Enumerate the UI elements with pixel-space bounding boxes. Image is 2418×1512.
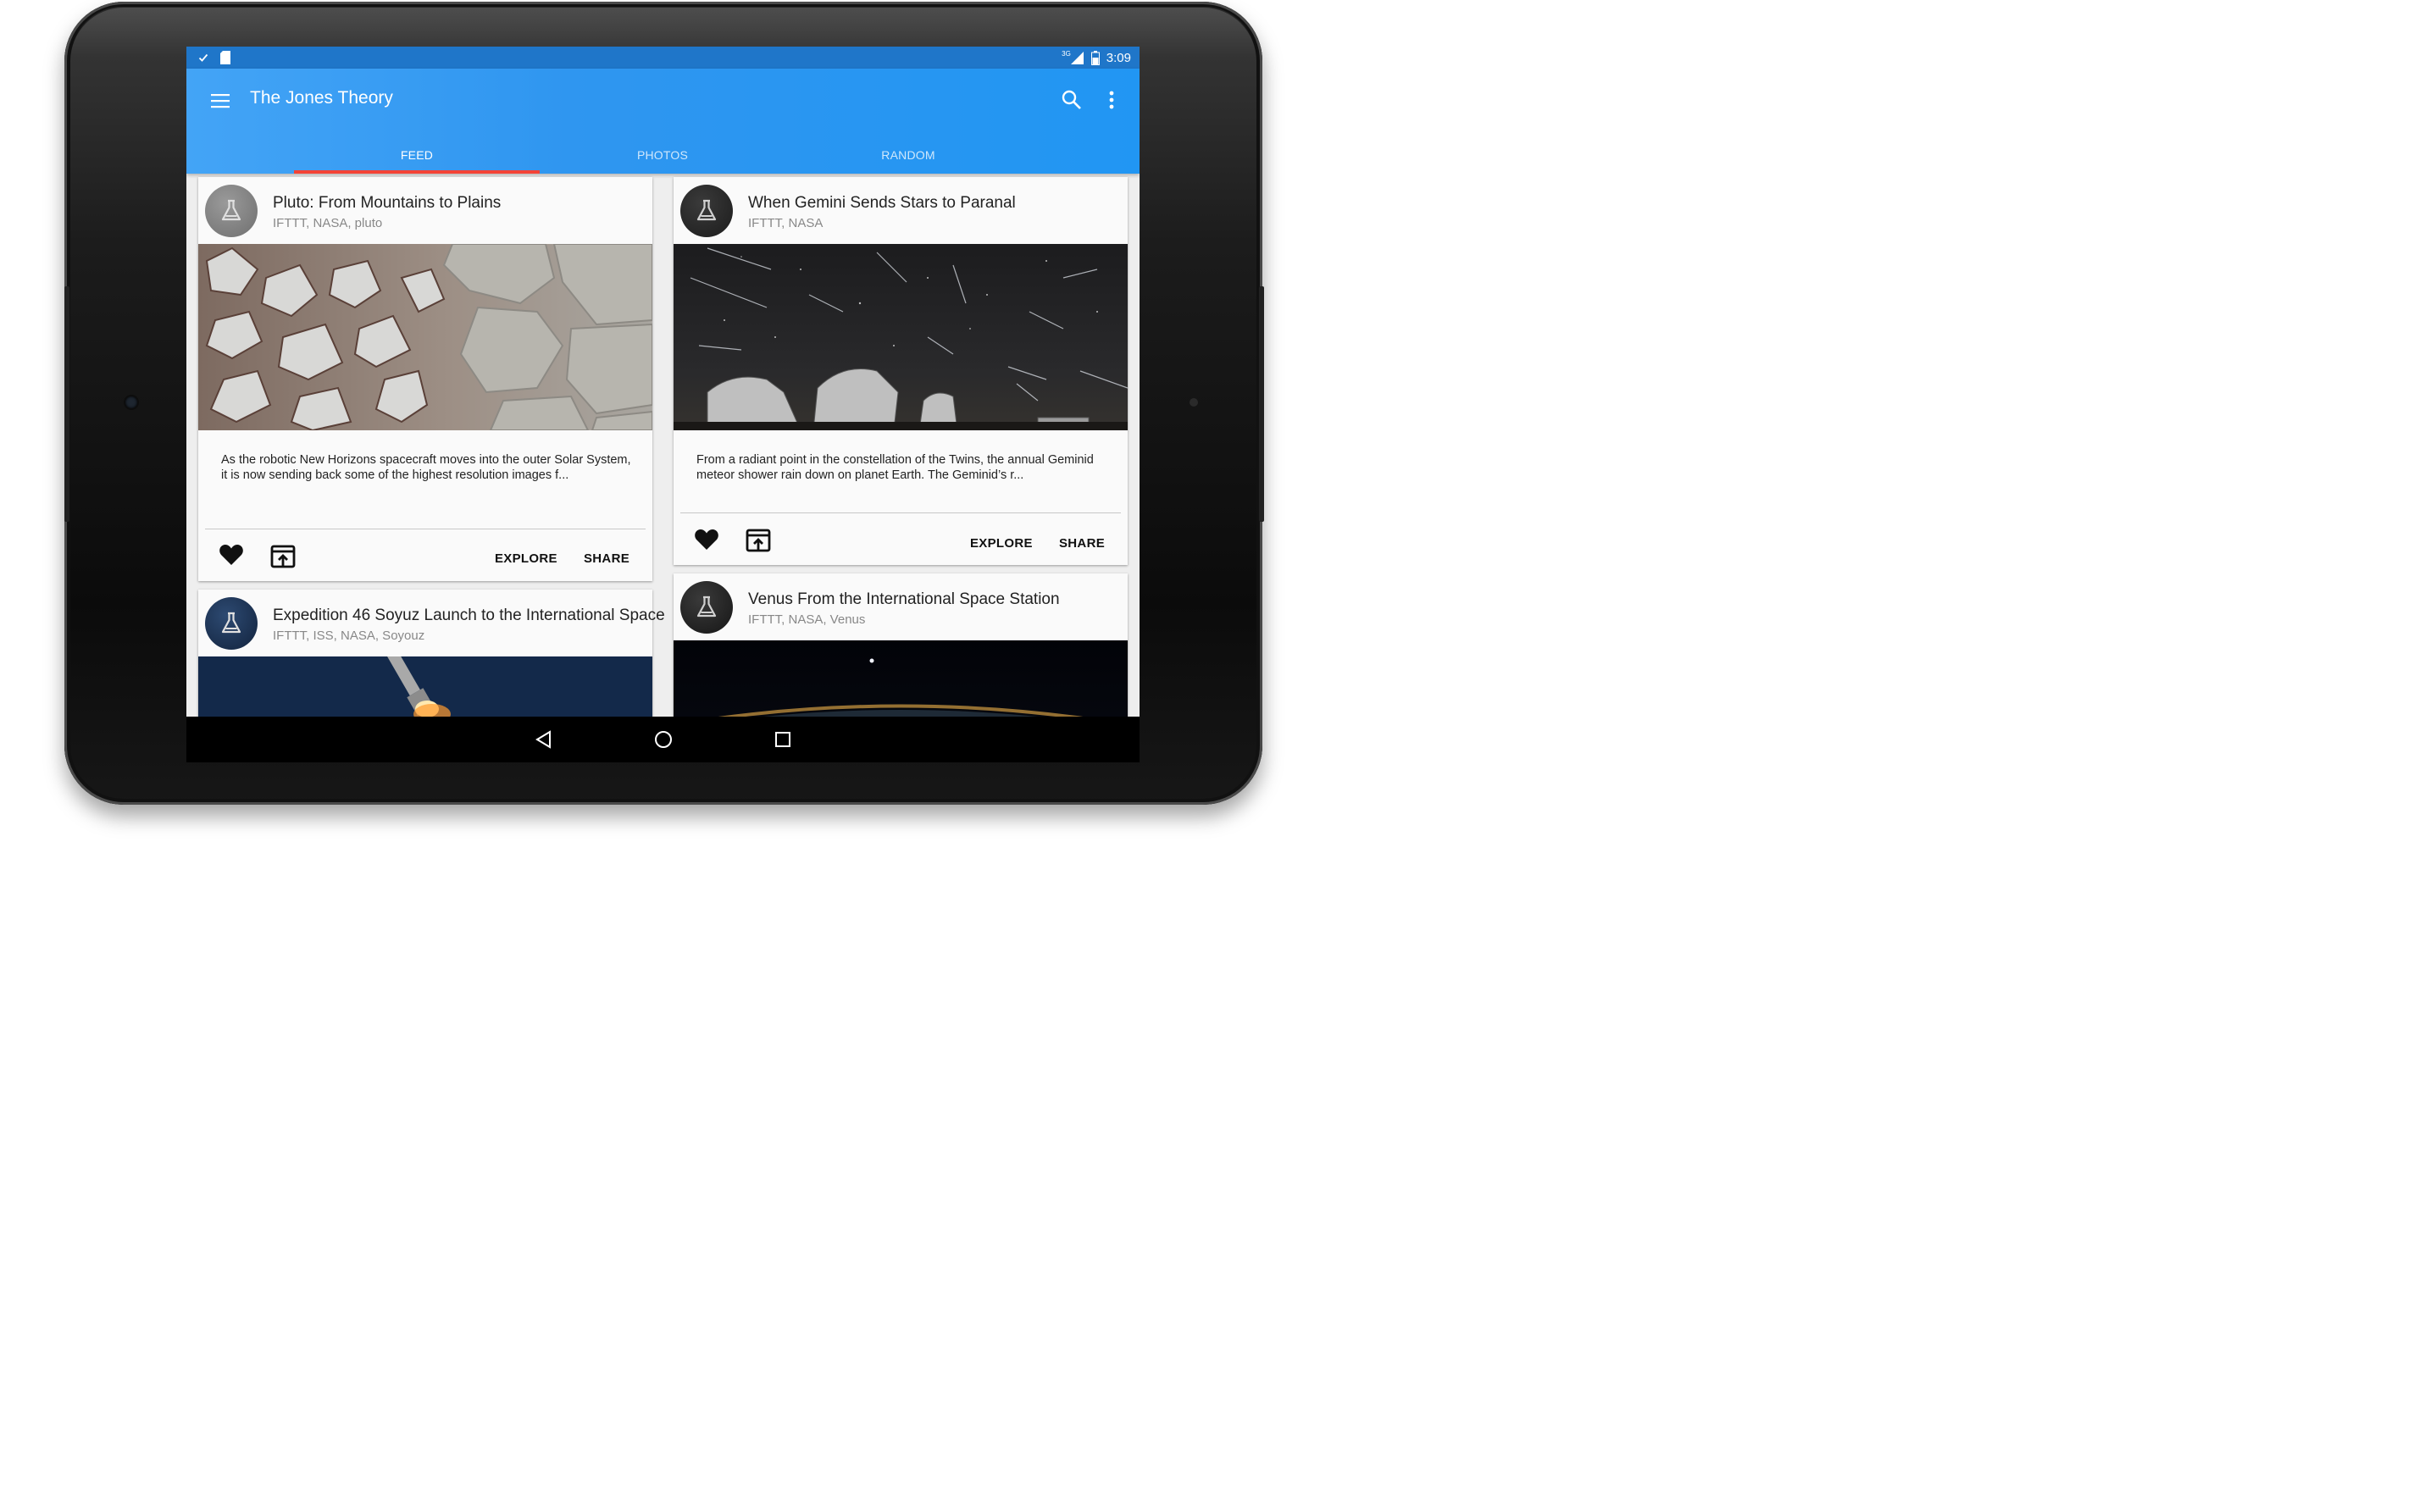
- front-camera: [125, 396, 137, 408]
- feed-card: Venus From the International Space Stati…: [674, 573, 1128, 717]
- card-title: Expedition 46 Soyuz Launch to the Intern…: [273, 606, 665, 624]
- network-type-label: 3G: [1062, 49, 1071, 58]
- card-tags: IFTTT, NASA, pluto: [273, 216, 383, 230]
- feed-card: When Gemini Sends Stars to Paranal IFTTT…: [674, 177, 1128, 565]
- signal-icon: [1070, 52, 1084, 64]
- share-button[interactable]: SHARE: [1059, 536, 1105, 551]
- flask-icon: [221, 199, 241, 221]
- tab-bar: FEED PHOTOS RANDOM: [186, 136, 1140, 174]
- card-divider: [680, 512, 1121, 513]
- card-description: As the robotic New Horizons spacecraft m…: [221, 453, 631, 482]
- tab-feed[interactable]: FEED: [294, 136, 540, 174]
- card-tags: IFTTT, NASA, Venus: [748, 612, 866, 627]
- device-side-button-right: [1259, 286, 1264, 522]
- explore-button[interactable]: EXPLORE: [495, 551, 557, 566]
- card-tags: IFTTT, NASA: [748, 216, 824, 230]
- card-tags: IFTTT, ISS, NASA, Soyouz: [273, 629, 425, 643]
- feed-card: Expedition 46 Soyuz Launch to the Intern…: [198, 590, 665, 717]
- open-in-browser-icon[interactable]: [270, 545, 296, 570]
- card-image[interactable]: [198, 244, 652, 430]
- heart-icon[interactable]: [694, 527, 719, 552]
- card-image[interactable]: [198, 656, 652, 717]
- navigation-bar: [186, 717, 1140, 762]
- card-image[interactable]: [674, 640, 1128, 717]
- flask-icon: [221, 612, 241, 634]
- more-options-icon[interactable]: [1103, 89, 1120, 111]
- pluto-surface-image: [198, 244, 652, 430]
- open-in-browser-icon[interactable]: [746, 529, 771, 554]
- card-description: From a radiant point in the constellatio…: [696, 453, 1094, 482]
- share-button[interactable]: SHARE: [584, 551, 629, 566]
- heart-icon[interactable]: [219, 542, 244, 568]
- venus-from-iss-image: [674, 640, 1128, 717]
- card-image[interactable]: [674, 244, 1128, 430]
- search-icon[interactable]: [1061, 89, 1083, 111]
- status-time: 3:09: [1106, 50, 1131, 65]
- battery-icon: [1090, 50, 1100, 65]
- home-icon[interactable]: [653, 729, 674, 750]
- flask-icon: [696, 595, 717, 618]
- card-title: When Gemini Sends Stars to Paranal: [748, 194, 1016, 212]
- recent-apps-icon[interactable]: [773, 729, 793, 750]
- feed-content: Pluto: From Mountains to Plains IFTTT, N…: [186, 174, 1140, 717]
- sd-card-icon: [220, 51, 230, 64]
- avatar: [680, 185, 733, 237]
- tab-photos[interactable]: PHOTOS: [540, 136, 785, 174]
- rocket-launch-image: [198, 656, 652, 717]
- tab-random[interactable]: RANDOM: [785, 136, 1031, 174]
- check-icon: [198, 53, 208, 62]
- avatar: [205, 597, 258, 650]
- meteor-shower-image: [674, 244, 1128, 430]
- card-title: Pluto: From Mountains to Plains: [273, 194, 502, 212]
- avatar: [205, 185, 258, 237]
- menu-icon[interactable]: [210, 91, 230, 111]
- status-bar: 3G 3:09: [186, 47, 1140, 69]
- device-side-button-left: [64, 286, 69, 522]
- back-icon[interactable]: [534, 729, 554, 750]
- light-sensor: [1190, 398, 1198, 407]
- avatar: [680, 581, 733, 634]
- card-title: Venus From the International Space Stati…: [748, 590, 1060, 608]
- app-bar: The Jones Theory FEED PHOTOS RANDOM: [186, 69, 1140, 174]
- flask-icon: [696, 199, 717, 221]
- feed-card: Pluto: From Mountains to Plains IFTTT, N…: [198, 177, 652, 581]
- app-title: The Jones Theory: [250, 88, 393, 108]
- explore-button[interactable]: EXPLORE: [970, 536, 1033, 551]
- screen: 3G 3:09 The Jones Theory FEED PHOTOS RAN…: [186, 47, 1140, 762]
